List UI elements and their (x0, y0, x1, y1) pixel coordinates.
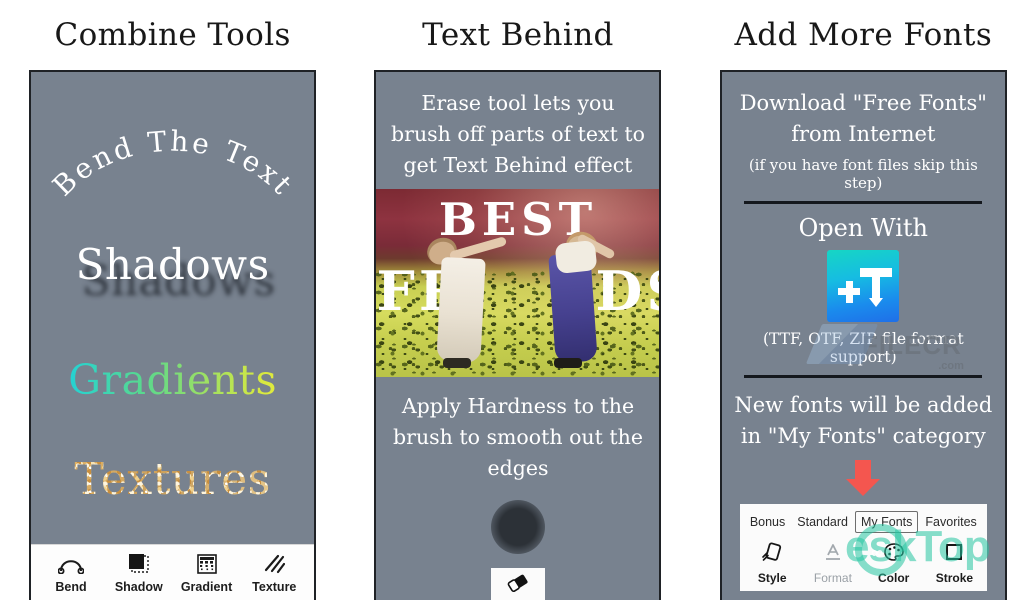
font-tool-format-label: Format (813, 571, 852, 585)
app-icon-plus-vertical (845, 280, 853, 303)
phone-mockup-2: Erase tool lets you brush off parts of t… (374, 70, 662, 600)
arrow-tip (846, 479, 881, 496)
new-fonts-text: New fonts will be added in "My Fonts" ca… (734, 393, 993, 448)
panel-title-2: Text Behind (422, 17, 614, 53)
font-tool-style[interactable]: Style (743, 541, 801, 585)
photo-subject-left (423, 233, 511, 368)
erase-button[interactable]: Erase (490, 568, 545, 600)
red-down-arrow-icon (846, 460, 881, 496)
app-icon-download-arrow (869, 298, 884, 307)
tool-gradient-label: Gradient (180, 579, 233, 594)
app-screenshot-gallery: Combine Tools Bend The Text Shadows Grad… (0, 0, 1036, 600)
phone-mockup-1: Bend The Text Shadows Gradients Textures (29, 70, 317, 600)
shadow-square-icon (127, 552, 151, 576)
stroke-square-icon (943, 541, 965, 568)
font-tool-color[interactable]: Color (865, 541, 923, 585)
font-tool-color-label: Color (878, 571, 910, 585)
panel-combine-tools: Combine Tools Bend The Text Shadows Grad… (0, 0, 346, 600)
style-icon (761, 541, 783, 568)
best-friends-photo: BEST FRIENDS (376, 189, 660, 377)
font-tab-standard[interactable]: Standard (792, 512, 853, 532)
font-tool-format[interactable]: Format (804, 541, 862, 585)
panel-text-behind: Text Behind Erase tool lets you brush of… (345, 0, 691, 600)
font-tool-stroke-label: Stroke (935, 571, 974, 585)
bent-text-label: Bend The Text (46, 124, 300, 202)
font-category-tabs: Bonus Standard My Fonts Favorites (740, 511, 987, 539)
bent-text-path: Bend The Text (46, 124, 297, 202)
subject-right-shoe (554, 357, 583, 368)
gradient-text-artwork: Gradients (31, 356, 314, 404)
tool-texture-label: Texture (252, 579, 297, 594)
font-tools-row: Style Format Color Stroke (740, 539, 987, 591)
tool-gradient[interactable]: Gradient (175, 552, 239, 594)
tool-bend[interactable]: Bend (39, 552, 103, 594)
texture-text-artwork: Textures (31, 454, 315, 505)
photo-subject-right (526, 227, 618, 368)
brush-hardness-preview (490, 500, 545, 554)
canvas-area-3: Download "Free Fonts" from Internet (if … (722, 72, 1005, 600)
tool-shadow[interactable]: Shadow (107, 552, 171, 594)
subject-right-blouse (555, 239, 598, 274)
app-icon-t-stem (872, 268, 881, 299)
format-a-icon (822, 541, 844, 568)
canvas-area-2: Erase tool lets you brush off parts of t… (376, 72, 660, 600)
erase-tool-description: Erase tool lets you brush off parts of t… (391, 91, 645, 177)
font-tool-style-label: Style (757, 571, 787, 585)
tool-texture[interactable]: Texture (242, 552, 306, 594)
gradient-grid-icon (196, 552, 218, 576)
open-with-text: Open With (798, 214, 928, 242)
font-tab-favorites[interactable]: Favorites (920, 512, 981, 532)
plus-t-app-icon (827, 250, 900, 322)
subject-left-shoe (443, 357, 472, 368)
tool-bend-label: Bend (55, 579, 87, 594)
shadow-text-artwork: Shadows (75, 240, 270, 289)
panel-title-3: Add More Fonts (734, 17, 993, 53)
bent-text-artwork: Bend The Text (31, 86, 314, 236)
font-tool-stroke[interactable]: Stroke (925, 541, 983, 585)
arrow-stem (855, 460, 872, 480)
effects-toolbar: Bend Shadow Gradient Texture (31, 544, 315, 600)
eraser-icon (506, 573, 530, 598)
font-category-panel: Bonus Standard My Fonts Favorites Style … (739, 504, 987, 591)
file-format-note: (TTF, OTF, ZIP file format support) (762, 330, 964, 366)
subject-left-dress (436, 256, 487, 363)
hardness-description: Apply Hardness to the brush to smooth ou… (393, 394, 643, 480)
color-palette-icon (883, 541, 905, 568)
tool-shadow-label: Shadow (114, 579, 163, 594)
bend-curve-icon (58, 552, 85, 576)
font-tab-bonus[interactable]: Bonus (745, 512, 790, 532)
font-tab-my-fonts[interactable]: My Fonts (855, 511, 919, 533)
texture-stripes-icon (263, 552, 286, 576)
panel-add-more-fonts: Add More Fonts Download "Free Fonts" fro… (690, 0, 1036, 600)
canvas-area-1: Bend The Text Shadows Gradients Textures (31, 72, 315, 544)
panel-title-1: Combine Tools (54, 17, 291, 53)
download-fonts-text: Download "Free Fonts" from Internet (739, 91, 987, 146)
phone-mockup-3: Download "Free Fonts" from Internet (if … (719, 70, 1007, 600)
download-fonts-note: (if you have font files skip this step) (748, 156, 978, 192)
